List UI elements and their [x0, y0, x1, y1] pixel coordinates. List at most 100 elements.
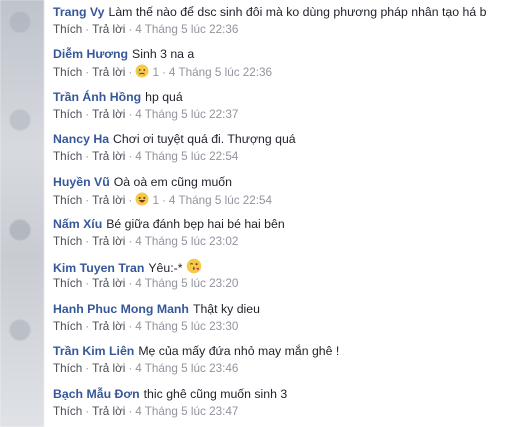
comment-body: Trang Vy Làm thế nào để dsc sinh đôi mà k… [53, 4, 486, 20]
separator: · [128, 362, 133, 376]
separator: · [85, 66, 90, 80]
separator: · [85, 319, 90, 333]
comment-body: Hanh Phuc Mong Manh Thật ky dieu [53, 301, 260, 317]
separator: · [128, 277, 133, 291]
comment-timestamp[interactable]: 4 Tháng 5 lúc 22:36 [135, 23, 238, 36]
comment-text: Mẹ của mấy đứa nhỏ may mắn ghê ! [138, 344, 340, 359]
comment-body: Diễm Hương Sinh 3 na a [53, 46, 194, 62]
comment-body: Bạch Mẫu Đơn thic ghê cũng muốn sinh 3 [53, 386, 287, 402]
like-link[interactable]: Thích [53, 405, 82, 418]
comment-author[interactable]: Nancy Ha [53, 132, 109, 146]
comment-actions: Thích · Trả lời · 4 Tháng 5 lúc 23:46 [53, 361, 238, 376]
reply-link[interactable]: Trả lời [92, 405, 125, 418]
separator: · [128, 107, 133, 121]
reply-link[interactable]: Trả lời [92, 362, 125, 375]
comment-actions: Thích · Trả lời · 4 Tháng 5 lúc 23:30 [53, 319, 238, 334]
comment-actions: Thích · Trả lời · 4 Tháng 5 lúc 22:36 [53, 22, 238, 37]
comment-author[interactable]: Diễm Hương [53, 47, 128, 61]
comment-author[interactable]: Bạch Mẫu Đơn [53, 387, 140, 401]
comment-timestamp[interactable]: 4 Tháng 5 lúc 22:54 [169, 194, 272, 207]
comment-body: Trần Ánh Hồng hp quá [53, 89, 183, 105]
like-link[interactable]: Thích [53, 320, 82, 333]
comment-timestamp[interactable]: 4 Tháng 5 lúc 22:36 [169, 66, 272, 79]
comment-actions: Thích · Trả lời · 1 · 4 Tháng 5 lúc 22:54 [53, 192, 272, 210]
like-link[interactable]: Thích [53, 194, 82, 207]
comment-author[interactable]: Trần Kim Liên [53, 344, 134, 358]
comment-text: Làm thế nào để dsc sinh đôi mà ko dùng p… [108, 5, 487, 19]
like-link[interactable]: Thích [53, 362, 82, 375]
comment-timestamp[interactable]: 4 Tháng 5 lúc 23:20 [135, 277, 238, 290]
sad-face-icon[interactable] [135, 64, 149, 82]
comment-timestamp[interactable]: 4 Tháng 5 lúc 22:37 [135, 108, 238, 121]
comment-author[interactable]: Trang Vy [53, 5, 104, 19]
comment: Trần Kim Liên Mẹ của mấy đứa nhỏ may mắn … [53, 339, 507, 381]
like-link[interactable]: Thích [53, 150, 82, 163]
reply-link[interactable]: Trả lời [92, 150, 125, 163]
comment-body: Kim Tuyen Tran Yêu:-* [53, 258, 202, 278]
separator: · [85, 193, 90, 207]
comment-author[interactable]: Trần Ánh Hồng [53, 90, 141, 104]
comment-text: Bé giữa đánh bẹp hai bé hai bên [106, 216, 285, 231]
reply-link[interactable]: Trả lời [92, 235, 125, 248]
comment-actions: Thích · Trả lời · 4 Tháng 5 lúc 23:20 [53, 276, 238, 291]
comment: Trang Vy Làm thế nào để dsc sinh đôi mà k… [53, 0, 507, 42]
comment-list: Trang Vy Làm thế nào để dsc sinh đôi mà k… [53, 0, 507, 424]
separator: · [85, 107, 90, 121]
comment-body: Nancy Ha Chơi ơi tuyệt quá đi. Thượng quá [53, 131, 296, 147]
comment-text: thic ghê cũng muốn sinh 3 [143, 386, 288, 401]
comment-text: Yêu:-* [148, 261, 183, 276]
separator: · [128, 66, 133, 80]
comment: Nấm Xíu Bé giữa đánh bẹp hai bé hai bên T… [53, 212, 507, 254]
comment-text: Oà oà em cũng muốn [113, 174, 232, 189]
comment-timestamp[interactable]: 4 Tháng 5 lúc 23:02 [135, 235, 238, 248]
comment-text: Thật ky dieu [192, 301, 260, 316]
comment-body: Nấm Xíu Bé giữa đánh bẹp hai bé hai bên [53, 216, 285, 232]
like-link[interactable]: Thích [53, 108, 82, 121]
comment-body: Trần Kim Liên Mẹ của mấy đứa nhỏ may mắn … [53, 343, 339, 359]
comment: Huyền Vũ Oà oà em cũng muốn Thích · Trả lời… [53, 170, 507, 212]
like-link[interactable]: Thích [53, 66, 82, 79]
separator: · [162, 193, 166, 207]
like-link[interactable]: Thích [53, 277, 82, 290]
separator: · [128, 23, 133, 36]
reaction-count[interactable]: 1 [153, 66, 160, 79]
like-link[interactable]: Thích [53, 23, 82, 36]
comment-text: hp quá [145, 89, 183, 104]
separator: · [162, 66, 166, 80]
comment-actions: Thích · Trả lời · 4 Tháng 5 lúc 22:37 [53, 107, 238, 122]
comment-actions: Thích · Trả lời · 4 Tháng 5 lúc 23:47 [53, 404, 238, 419]
separator: · [85, 404, 90, 418]
comment-author[interactable]: Nấm Xíu [53, 217, 102, 231]
comment-author[interactable]: Huyền Vũ [53, 175, 110, 189]
separator: · [128, 234, 133, 248]
comment-author[interactable]: Kim Tuyen Tran [53, 261, 144, 275]
like-link[interactable]: Thích [53, 235, 82, 248]
comment: Kim Tuyen Tran Yêu:-* Thích · Trả lời · 4 Thá… [53, 254, 507, 296]
kiss-face-icon [186, 258, 202, 278]
comment-body: Huyền Vũ Oà oà em cũng muốn [53, 174, 232, 190]
reply-link[interactable]: Trả lời [92, 320, 125, 333]
comment: Hanh Phuc Mong Manh Thật ky dieu Thích · Tr… [53, 297, 507, 339]
comment-timestamp[interactable]: 4 Tháng 5 lúc 23:30 [135, 320, 238, 333]
comment-text: Chơi ơi tuyệt quá đi. Thượng quá [113, 132, 296, 147]
comment: Bạch Mẫu Đơn thic ghê cũng muốn sinh 3 Th… [53, 382, 507, 424]
comment-timestamp[interactable]: 4 Tháng 5 lúc 22:54 [135, 150, 238, 163]
reply-link[interactable]: Trả lời [92, 108, 125, 121]
reply-link[interactable]: Trả lời [92, 66, 125, 79]
separator: · [128, 193, 133, 207]
separator: · [128, 150, 133, 164]
reply-link[interactable]: Trả lời [92, 23, 125, 36]
comment-actions: Thích · Trả lời · 4 Tháng 5 lúc 22:54 [53, 149, 238, 164]
comment-timestamp[interactable]: 4 Tháng 5 lúc 23:46 [135, 362, 238, 375]
comment: Nancy Ha Chơi ơi tuyệt quá đi. Thượng quá… [53, 127, 507, 169]
reaction-count[interactable]: 1 [153, 194, 160, 207]
haha-face-icon[interactable] [135, 192, 149, 210]
reply-link[interactable]: Trả lời [92, 277, 125, 290]
comment-author[interactable]: Hanh Phuc Mong Manh [53, 302, 189, 316]
comment: Diễm Hương Sinh 3 na a Thích · Trả lời · 1 · 4… [53, 42, 507, 84]
reply-link[interactable]: Trả lời [92, 194, 125, 207]
separator: · [85, 150, 90, 164]
separator: · [85, 362, 90, 376]
comment-timestamp[interactable]: 4 Tháng 5 lúc 23:47 [135, 405, 238, 418]
comment: Trần Ánh Hồng hp quá Thích · Trả lời · 4 Thán… [53, 85, 507, 127]
